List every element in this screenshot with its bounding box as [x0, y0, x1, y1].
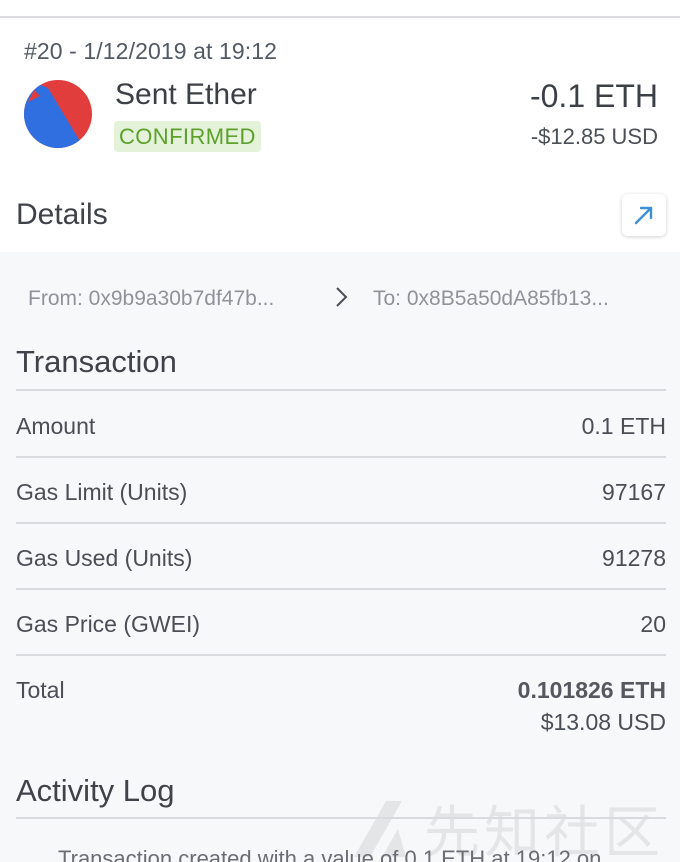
row-divider: [16, 588, 666, 590]
arrow-up-right-icon: [634, 206, 653, 225]
gas-limit-label: Gas Limit (Units): [16, 479, 188, 505]
chevron-right-icon: [336, 287, 348, 307]
transaction-section-title: Transaction: [16, 344, 177, 379]
account-identicon: [24, 80, 92, 148]
total-value-fiat: $13.08 USD: [540, 709, 666, 735]
section-divider: [16, 817, 666, 819]
section-divider: [16, 389, 666, 391]
gas-price-label: Gas Price (GWEI): [16, 611, 201, 637]
row-divider: [16, 456, 666, 458]
amount-secondary: -$12.85 USD: [530, 124, 658, 149]
activity-log-title: Activity Log: [16, 773, 175, 808]
amount-value: 0.1 ETH: [581, 413, 666, 439]
transaction-title: Sent Ether: [115, 78, 257, 111]
gas-limit-value: 97167: [602, 479, 666, 505]
from-address[interactable]: From: 0x9b9a30b7df47b...: [28, 287, 274, 311]
row-divider: [16, 522, 666, 524]
amount-primary: -0.1 ETH: [529, 78, 658, 114]
total-label: Total: [16, 677, 65, 703]
gas-used-label: Gas Used (Units): [16, 545, 193, 571]
transaction-meta: #20 - 1/12/2019 at 19:12: [24, 38, 278, 64]
total-value: 0.101826 ETH: [517, 677, 666, 703]
view-on-explorer-button[interactable]: [622, 194, 666, 236]
gas-price-value: 20: [640, 611, 666, 637]
activity-log-entry: Transaction created with a value of 0.1 …: [58, 846, 602, 862]
top-divider: [0, 16, 680, 18]
status-badge: CONFIRMED: [114, 121, 261, 152]
amount-label: Amount: [16, 413, 96, 439]
row-divider: [16, 654, 666, 656]
gas-used-value: 91278: [602, 545, 666, 571]
to-address[interactable]: To: 0x8B5a50dA85fb13...: [373, 287, 609, 311]
details-title: Details: [16, 198, 108, 231]
